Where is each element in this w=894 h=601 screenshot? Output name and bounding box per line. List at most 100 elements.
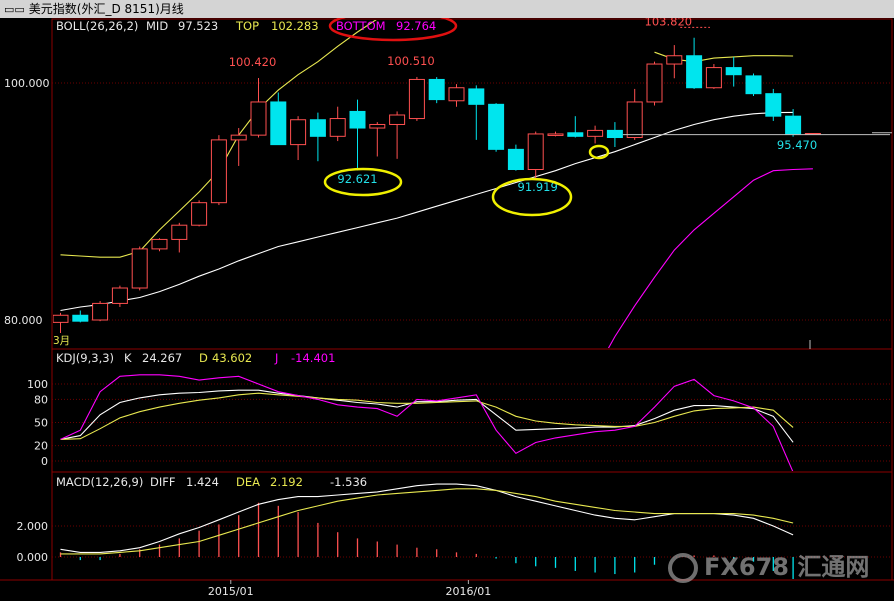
macd-diff-value: 1.424 (186, 475, 219, 489)
macd-y-tick-label: 0.000 (17, 551, 49, 564)
candle-body-down (428, 78, 445, 101)
candle-body-up (705, 67, 722, 89)
candle-body-up (646, 63, 663, 103)
candle[interactable] (151, 238, 168, 252)
candle[interactable] (705, 64, 722, 89)
candle-body-up (369, 123, 386, 129)
candle-body-up (527, 133, 544, 171)
high-annotation: 100.510 (387, 54, 435, 68)
candle[interactable] (606, 122, 623, 147)
kdj-y-tick-label: 50 (34, 417, 48, 430)
candle[interactable] (745, 73, 762, 97)
candle[interactable] (270, 92, 287, 146)
high-annotation: 100.420 (229, 55, 277, 69)
kdj-y-tick-label: 20 (34, 440, 48, 453)
candle[interactable] (230, 128, 247, 166)
boll-mid-label: MID (146, 19, 168, 33)
candle-body-down (725, 67, 742, 76)
kdj-k-line (60, 389, 794, 443)
candle-body-up (389, 114, 406, 125)
macd-diff-label: DIFF (150, 475, 175, 489)
kdj-k-label: K (124, 351, 132, 365)
candle[interactable] (349, 99, 366, 171)
candle[interactable] (53, 312, 69, 334)
candle[interactable] (448, 84, 465, 107)
x-tick-label: 2015/01 (208, 585, 254, 598)
candle-body-down (488, 103, 505, 150)
candle-body-down (309, 119, 326, 137)
candle[interactable] (408, 76, 425, 121)
macd-header-name: MACD(12,26,9) (56, 475, 143, 489)
kdj-panel[interactable] (51, 348, 893, 473)
macd-diff-line (60, 483, 794, 553)
macd-y-tick-label: 2.000 (17, 520, 49, 533)
candle-body-up (448, 87, 465, 102)
macd-dea-line (60, 488, 794, 555)
candle[interactable] (765, 88, 782, 121)
candle[interactable] (587, 125, 604, 144)
boll-bottom-value: 92.764 (396, 19, 436, 33)
candle[interactable] (686, 37, 703, 89)
candle[interactable] (250, 78, 267, 138)
candle[interactable] (92, 301, 109, 322)
candle[interactable] (290, 116, 307, 161)
candle[interactable] (646, 61, 663, 106)
candle[interactable] (666, 45, 683, 79)
window-title: 美元指数(外汇_D 8151)月线 (28, 2, 184, 16)
candle[interactable] (171, 222, 188, 253)
candle[interactable] (72, 310, 89, 323)
candle-body-down (72, 314, 89, 322)
candle[interactable] (191, 200, 208, 227)
candle[interactable] (329, 106, 346, 142)
price-y-tick-label: 80.000 (4, 314, 43, 327)
candle[interactable] (547, 131, 564, 137)
candle-body-down (270, 101, 287, 146)
kdj-j-line (60, 374, 794, 471)
candle-body-down (349, 110, 366, 129)
kdj-d-value: 43.602 (212, 351, 252, 365)
candle-body-up (92, 302, 109, 321)
macd-value: -1.536 (330, 475, 367, 489)
candle[interactable] (369, 122, 386, 157)
low-annotation: 92.621 (337, 172, 377, 186)
candle-body-up (53, 314, 69, 323)
window-title-bar: ▭▭ 美元指数(外汇_D 8151)月线 (0, 0, 894, 18)
candle[interactable] (428, 77, 445, 104)
kdj-y-tick-label: 0 (41, 455, 48, 468)
candle-body-down (507, 148, 524, 171)
kdj-j-label: J (274, 351, 278, 365)
candle-body-down (785, 115, 802, 135)
candle-body-up (151, 238, 168, 250)
candle[interactable] (488, 103, 505, 152)
kdj-j-value: -14.401 (291, 351, 335, 365)
candle[interactable] (507, 144, 524, 171)
month-marker: 3月 (53, 335, 70, 347)
kdj-header-name: KDJ(9,3,3) (56, 351, 114, 365)
candle-body-up (131, 248, 148, 289)
kdj-y-tick-label: 80 (34, 393, 48, 406)
candle-body-down (567, 132, 584, 137)
candle-body-up (329, 118, 346, 137)
window-menu-icon[interactable]: ▭▭ (4, 1, 25, 19)
macd-dea-label: DEA (236, 475, 260, 489)
candle-body-up (191, 202, 208, 226)
candle[interactable] (527, 131, 544, 179)
candle[interactable] (785, 109, 802, 137)
candle-body-down (606, 129, 623, 139)
price-panel[interactable] (51, 18, 893, 350)
chart-area[interactable]: 100.000 80.000 100 80 50 20 0 2.000 0.000 2015/01… (0, 18, 894, 601)
boll-header-name: BOLL(26,26,2) (56, 19, 138, 33)
candle[interactable] (725, 56, 742, 87)
candle[interactable] (389, 111, 406, 159)
candle[interactable] (567, 116, 584, 138)
boll-top-value: 102.283 (271, 19, 319, 33)
boll-top-label: TOP (235, 19, 259, 33)
candle[interactable] (309, 112, 326, 162)
candle[interactable] (111, 285, 128, 307)
candle-body-up (290, 119, 307, 146)
watermark: FX678 汇通网 (668, 548, 882, 586)
candle[interactable] (626, 88, 643, 140)
candle[interactable] (131, 246, 148, 291)
candle[interactable] (468, 85, 485, 140)
candle[interactable] (210, 135, 227, 206)
